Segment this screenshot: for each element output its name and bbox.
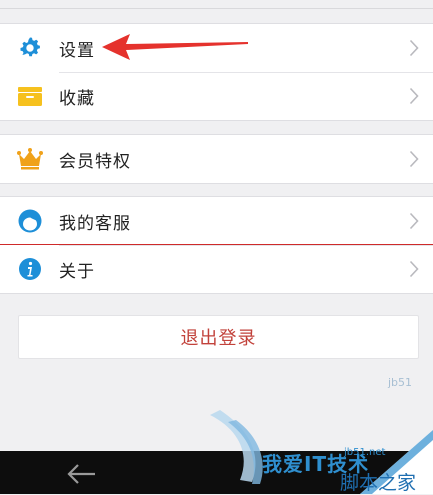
highlight-line <box>0 244 433 245</box>
menu-item-membership[interactable]: 会员特权 <box>0 135 433 183</box>
folder-icon <box>18 87 42 106</box>
menu-group-2: 会员特权 <box>0 134 433 184</box>
menu-group-3: 我的客服 关于 <box>0 196 433 294</box>
chevron-right-icon <box>409 212 419 230</box>
top-spacer <box>0 0 433 8</box>
back-arrow-icon[interactable] <box>66 462 98 486</box>
menu-item-label: 会员特权 <box>59 151 131 172</box>
menu-item-label: 我的客服 <box>59 213 131 234</box>
chevron-right-icon <box>409 150 419 168</box>
menu-item-label: 收藏 <box>59 88 95 109</box>
menu-item-label: 设置 <box>59 40 95 61</box>
menu-item-settings[interactable]: 设置 <box>0 24 433 72</box>
chevron-right-icon <box>409 260 419 278</box>
chevron-right-icon <box>409 39 419 57</box>
gear-icon <box>20 37 40 57</box>
menu-item-about[interactable]: 关于 <box>0 245 433 293</box>
chevron-right-icon <box>409 87 419 105</box>
menu-item-favorites[interactable]: 收藏 <box>0 72 433 120</box>
crown-icon <box>17 148 43 170</box>
watermark-side-text: jb51 <box>388 376 413 389</box>
menu-item-customer-service[interactable]: 我的客服 <box>0 197 433 245</box>
logout-button[interactable]: 退出登录 <box>18 315 419 359</box>
menu-group-1: 设置 收藏 <box>0 23 433 121</box>
watermark-site-name: 脚本之家 <box>340 472 417 494</box>
menu-item-label: 关于 <box>59 261 95 282</box>
support-avatar-icon <box>18 209 42 233</box>
info-icon <box>19 258 41 280</box>
top-divider <box>0 8 433 9</box>
watermark-site-text: jb51.net <box>344 447 386 458</box>
